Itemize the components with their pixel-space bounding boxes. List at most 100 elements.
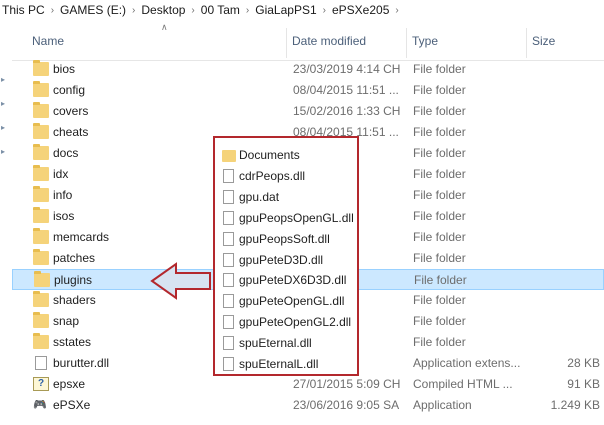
dll-file-icon	[223, 273, 234, 288]
callout-item-gpupeteopengl2-dll: gpuPeteOpenGL2.dll	[221, 312, 355, 333]
breadcrumb: This PC › GAMES (E:) › Desktop › 00 Tam …	[0, 0, 604, 20]
callout-item-label: cdrPeops.dll	[239, 168, 306, 183]
callout-item-label: gpuPeopsOpenGL.dll	[239, 210, 354, 225]
row-name: burutter.dll	[53, 356, 110, 370]
chevron-right-icon[interactable]: ›	[391, 5, 402, 16]
breadcrumb-games-drive[interactable]: GAMES (E:)	[58, 3, 128, 17]
row-type: File folder	[413, 146, 466, 160]
pin-icon[interactable]: ▸	[1, 100, 9, 108]
file-row-covers[interactable]: covers 15/02/2016 1:33 CH File folder	[12, 101, 604, 122]
column-header-size[interactable]: Size	[532, 22, 555, 60]
pin-icon[interactable]: ▸	[1, 124, 9, 132]
row-type: File folder	[413, 293, 466, 307]
column-header-row: ∧ Name Date modified Type Size	[12, 22, 604, 61]
row-name: memcards	[53, 230, 110, 244]
column-header-date-modified[interactable]: Date modified	[292, 22, 366, 60]
row-name: cheats	[53, 125, 89, 139]
row-name: sstates	[53, 335, 92, 349]
callout-item-label: Documents	[239, 148, 300, 162]
row-size: 91 KB	[567, 377, 600, 391]
callout-arrow-shape	[150, 262, 211, 300]
breadcrumb-00-tam[interactable]: 00 Tam	[199, 3, 242, 17]
row-type: File folder	[413, 167, 466, 181]
callout-item-gpupetedx6d3d-dll: gpuPeteDX6D3D.dll	[221, 270, 355, 291]
chevron-right-icon[interactable]: ›	[319, 5, 330, 16]
file-row-epsxe[interactable]: 🎮 ePSXe 23/06/2016 9:05 SA Application 1.249…	[12, 395, 604, 416]
chevron-right-icon[interactable]: ›	[187, 5, 198, 16]
folder-icon	[33, 123, 49, 139]
gamepad-icon: 🎮	[33, 399, 47, 411]
pin-icon[interactable]: ▸	[1, 148, 9, 156]
dll-file-icon	[223, 231, 234, 246]
dll-file-icon	[35, 356, 47, 370]
folder-icon	[33, 165, 49, 181]
callout-item-gpupeteopengl-dll: gpuPeteOpenGL.dll	[221, 291, 355, 312]
callout-item-cdrpeops-dll: cdrPeops.dll	[221, 166, 355, 187]
row-name: idx	[53, 167, 69, 181]
column-header-name[interactable]: Name	[32, 22, 64, 60]
dll-file-icon	[223, 357, 234, 371]
sort-ascending-icon: ∧	[161, 22, 168, 32]
breadcrumb-epsxe205[interactable]: ePSXe205	[330, 3, 391, 17]
help-file-icon: ?	[33, 377, 49, 391]
callout-item-label: gpuPeteD3D.dll	[239, 252, 324, 267]
dll-file-icon	[223, 336, 234, 351]
row-name: isos	[53, 209, 75, 223]
breadcrumb-desktop[interactable]: Desktop	[139, 3, 187, 17]
breadcrumb-gialapps1[interactable]: GiaLapPS1	[253, 3, 318, 17]
dll-file-icon	[223, 210, 234, 225]
row-name: covers	[53, 104, 89, 118]
row-type: Compiled HTML ...	[413, 377, 513, 391]
row-date: 15/02/2016 1:33 CH	[293, 104, 401, 118]
folder-icon	[33, 81, 49, 97]
folder-icon	[33, 144, 49, 160]
row-name: shaders	[53, 293, 96, 307]
row-name: plugins	[54, 273, 93, 287]
file-row-config[interactable]: config 08/04/2015 11:51 ... File folder	[12, 80, 604, 101]
callout-item-label: gpuPeopsSoft.dll	[239, 231, 330, 246]
column-divider[interactable]	[526, 28, 527, 58]
row-type: File folder	[413, 209, 466, 223]
folder-icon	[33, 186, 49, 202]
folder-icon	[34, 271, 50, 287]
callout-item-spueternal-dll: spuEternal.dll	[221, 333, 355, 354]
breadcrumb-this-pc[interactable]: This PC	[0, 3, 47, 17]
folder-icon	[33, 102, 49, 118]
pin-icon[interactable]: ▸	[1, 76, 9, 84]
chevron-right-icon[interactable]: ›	[128, 5, 139, 16]
row-name: ePSXe	[53, 398, 91, 412]
row-type: File folder	[413, 188, 466, 202]
row-name: docs	[53, 146, 79, 160]
dll-file-icon	[223, 252, 234, 267]
dll-file-icon	[223, 315, 234, 330]
file-row-bios[interactable]: bios 23/03/2019 4:14 CH File folder	[12, 59, 604, 80]
row-type: File folder	[413, 251, 466, 265]
row-type: File folder	[413, 314, 466, 328]
row-type: File folder	[414, 273, 467, 287]
row-type: File folder	[413, 62, 466, 76]
row-name: info	[53, 188, 73, 202]
column-divider[interactable]	[406, 28, 407, 58]
row-date: 08/04/2015 11:51 ...	[293, 83, 399, 97]
callout-item-label: gpuPeteOpenGL.dll	[239, 294, 345, 309]
row-type: File folder	[413, 125, 466, 139]
file-row-epsxe[interactable]: ? epsxe 27/01/2015 5:09 CH Compiled HTML ..…	[12, 374, 604, 395]
folder-icon	[33, 249, 49, 265]
row-name: patches	[53, 251, 96, 265]
callout-item-gpupeopssoft-dll: gpuPeopsSoft.dll	[221, 229, 355, 250]
row-size: 28 KB	[567, 356, 600, 370]
row-date: 23/03/2019 4:14 CH	[293, 62, 401, 76]
dll-file-icon	[223, 294, 234, 309]
chevron-right-icon[interactable]: ›	[242, 5, 253, 16]
folder-icon	[33, 228, 49, 244]
folder-icon	[33, 60, 49, 76]
column-divider[interactable]	[286, 28, 287, 58]
row-name: snap	[53, 314, 80, 328]
row-size: 1.249 KB	[550, 398, 600, 412]
folder-icon	[33, 333, 49, 349]
column-header-type[interactable]: Type	[412, 22, 438, 60]
folder-icon	[33, 291, 49, 307]
callout-item-spueternall-dll: spuEternalL.dll	[221, 354, 355, 375]
chevron-right-icon[interactable]: ›	[47, 5, 58, 16]
row-name: bios	[53, 62, 76, 76]
